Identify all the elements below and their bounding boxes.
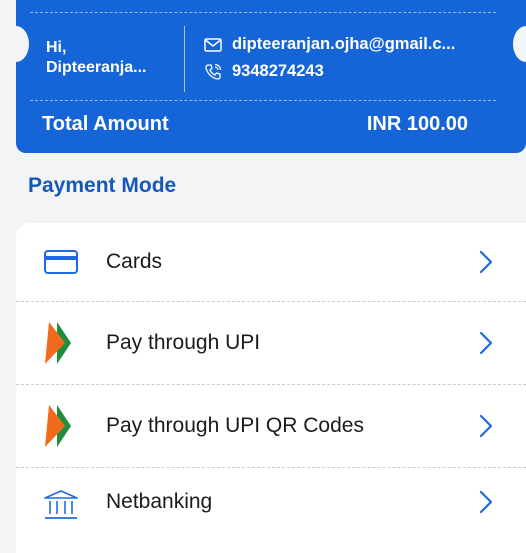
greeting: Hi, Dipteeranja...	[46, 38, 146, 78]
chevron-right-icon	[470, 414, 502, 438]
payment-mode-heading: Payment Mode	[28, 174, 177, 197]
payment-mode-list: Cards Pay through UPI Pay through UPI QR…	[16, 223, 526, 553]
ticket-notch-right	[513, 26, 526, 62]
phone-row: 9348274243	[204, 62, 324, 81]
payment-option-netbanking[interactable]: Netbanking	[16, 468, 526, 553]
mail-icon	[204, 37, 224, 52]
payment-option-label: Pay through UPI	[106, 331, 261, 354]
vertical-divider	[184, 26, 185, 92]
card-icon	[16, 250, 106, 274]
chevron-right-icon	[470, 490, 502, 514]
chevron-right-icon	[470, 331, 502, 355]
upi-icon	[16, 403, 106, 449]
payment-option-cards[interactable]: Cards	[16, 223, 526, 302]
phone-text: 9348274243	[232, 62, 324, 80]
payment-option-label: Cards	[106, 250, 163, 273]
bank-icon	[16, 490, 106, 520]
email-row: dipteeranjan.ojha@gmail.c...	[204, 35, 455, 54]
payment-option-label: Netbanking	[106, 490, 213, 513]
phone-icon	[204, 63, 224, 81]
greeting-name: Dipteeranja...	[46, 59, 147, 76]
greeting-hi: Hi,	[46, 39, 67, 56]
payment-option-label: Pay through UPI QR Codes	[106, 414, 364, 437]
chevron-right-icon	[470, 250, 502, 274]
email-text: dipteeranjan.ojha@gmail.c...	[232, 35, 456, 53]
payment-option-upi-qr[interactable]: Pay through UPI QR Codes	[16, 385, 526, 468]
divider-middle	[30, 100, 496, 101]
divider-top	[30, 12, 496, 13]
ticket-notch-left	[16, 26, 29, 62]
order-summary-card: Hi, Dipteeranja... dipteeranjan.ojha@gma…	[16, 0, 526, 153]
payment-option-upi[interactable]: Pay through UPI	[16, 302, 526, 385]
total-amount-label: Total Amount	[42, 113, 169, 135]
upi-icon	[16, 320, 106, 366]
total-amount-value: INR 100.00	[366, 113, 468, 135]
